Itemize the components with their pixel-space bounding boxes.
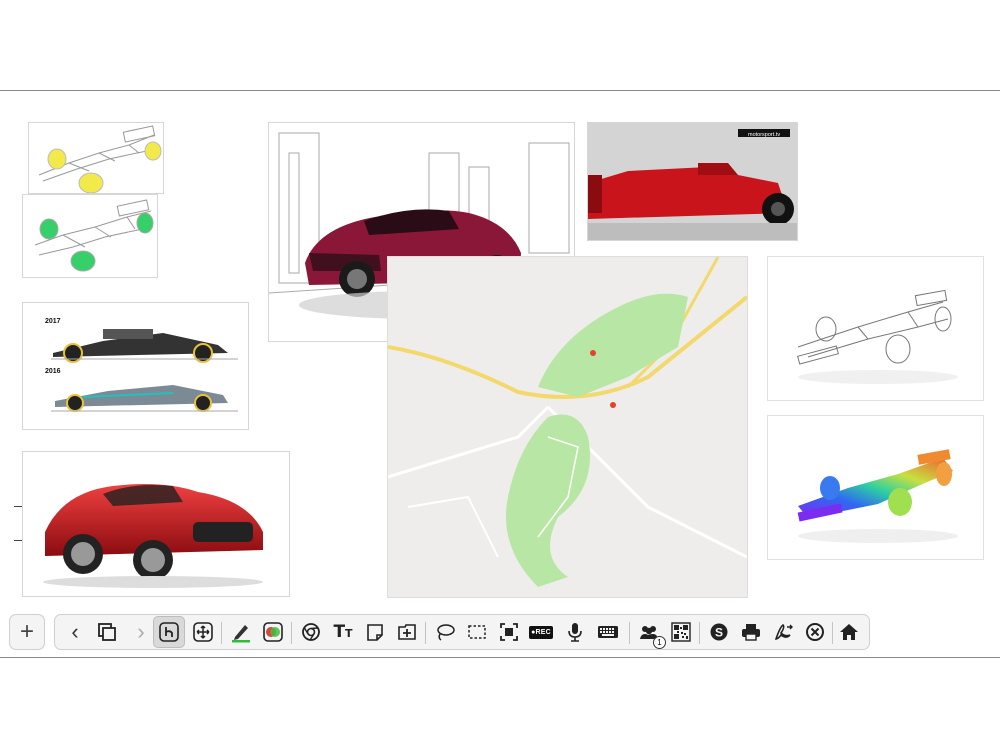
- toolbar-separator: [699, 622, 700, 644]
- home-button[interactable]: [835, 618, 863, 646]
- select-tool-button[interactable]: [153, 616, 185, 648]
- keyboard-icon: [598, 626, 618, 638]
- print-button[interactable]: [737, 618, 765, 646]
- svg-text:S: S: [715, 626, 723, 640]
- lasso-button[interactable]: [431, 618, 459, 646]
- rect-select-button[interactable]: [463, 618, 491, 646]
- nurburgring-map-image[interactable]: [387, 256, 748, 598]
- f1-comparison-image[interactable]: 2017 2016: [22, 302, 249, 430]
- close-circle-icon: [806, 623, 824, 641]
- year-2016-label: 2016: [45, 368, 61, 375]
- sticky-note-button[interactable]: [361, 618, 389, 646]
- chevron-right-icon: ›: [137, 619, 145, 644]
- duplicate-button[interactable]: [93, 618, 121, 646]
- lasso-icon: [437, 624, 455, 641]
- pen-tool-button[interactable]: [227, 618, 255, 646]
- text-size-icon: TT: [333, 622, 353, 642]
- forward-button[interactable]: ›: [127, 618, 155, 646]
- text-tool-button[interactable]: TT: [329, 618, 357, 646]
- bottom-toolbar: ‹ › TT ●REC 1 S: [54, 614, 870, 650]
- qr-code-icon: [671, 622, 691, 642]
- qr-code-button[interactable]: [667, 618, 695, 646]
- skype-button[interactable]: S: [705, 618, 733, 646]
- color-circles-icon: [263, 622, 283, 642]
- toolbar-separator: [291, 622, 292, 644]
- toolbar-separator: [629, 622, 630, 644]
- move-arrows-icon: [193, 622, 213, 642]
- toolbar-separator: [832, 622, 833, 644]
- motorsport-watermark: motorsport.tv: [748, 132, 780, 138]
- move-tool-button[interactable]: [189, 618, 217, 646]
- add-folder-icon: [398, 624, 416, 640]
- close-button[interactable]: [801, 618, 829, 646]
- year-2017-label: 2017: [45, 318, 61, 325]
- plus-icon: +: [19, 618, 34, 645]
- chevron-left-icon: ‹: [71, 619, 79, 644]
- f1-rainbow-render-image[interactable]: [767, 415, 984, 560]
- export-pdf-button[interactable]: [769, 618, 797, 646]
- color-picker-button[interactable]: [259, 618, 287, 646]
- toolbar-separator: [221, 622, 222, 644]
- bottom-divider: [0, 657, 1000, 658]
- printer-icon: [742, 624, 760, 641]
- ferrari-f1-photo-image[interactable]: motorsport.tv: [587, 122, 798, 241]
- participants-button[interactable]: 1: [635, 618, 666, 649]
- skype-icon: S: [710, 623, 728, 641]
- pointer-hand-icon: [159, 622, 179, 642]
- toolbar-separator: [425, 622, 426, 644]
- microphone-button[interactable]: [561, 618, 589, 646]
- record-button[interactable]: ●REC: [527, 618, 555, 646]
- rec-icon: ●REC: [529, 625, 553, 639]
- keyboard-button[interactable]: [593, 618, 623, 646]
- back-button[interactable]: ‹: [61, 618, 89, 646]
- pdf-export-icon: [774, 623, 793, 640]
- f1-sketch-yellow-wheels-image[interactable]: [28, 122, 164, 194]
- pencil-icon: [232, 625, 250, 643]
- f1-sketch-green-wheels-image[interactable]: [22, 194, 158, 278]
- note-icon: [367, 624, 383, 641]
- home-icon: [840, 624, 858, 640]
- participants-count-badge: 1: [653, 636, 666, 649]
- copy-pages-icon: [98, 623, 116, 641]
- ruler-tick: [14, 506, 22, 507]
- ruler-tick: [14, 540, 22, 541]
- top-divider: [0, 90, 1000, 91]
- chrome-icon: [302, 623, 320, 641]
- red-sports-car-image[interactable]: [22, 451, 290, 597]
- browser-button[interactable]: [297, 618, 325, 646]
- screen-capture-icon: [500, 623, 518, 641]
- add-button[interactable]: +: [9, 614, 45, 650]
- f1-wireframe-image[interactable]: [767, 256, 984, 401]
- dashed-rectangle-icon: [468, 625, 486, 639]
- add-page-button[interactable]: [393, 618, 421, 646]
- screen-capture-button[interactable]: [495, 618, 523, 646]
- microphone-icon: [568, 623, 582, 642]
